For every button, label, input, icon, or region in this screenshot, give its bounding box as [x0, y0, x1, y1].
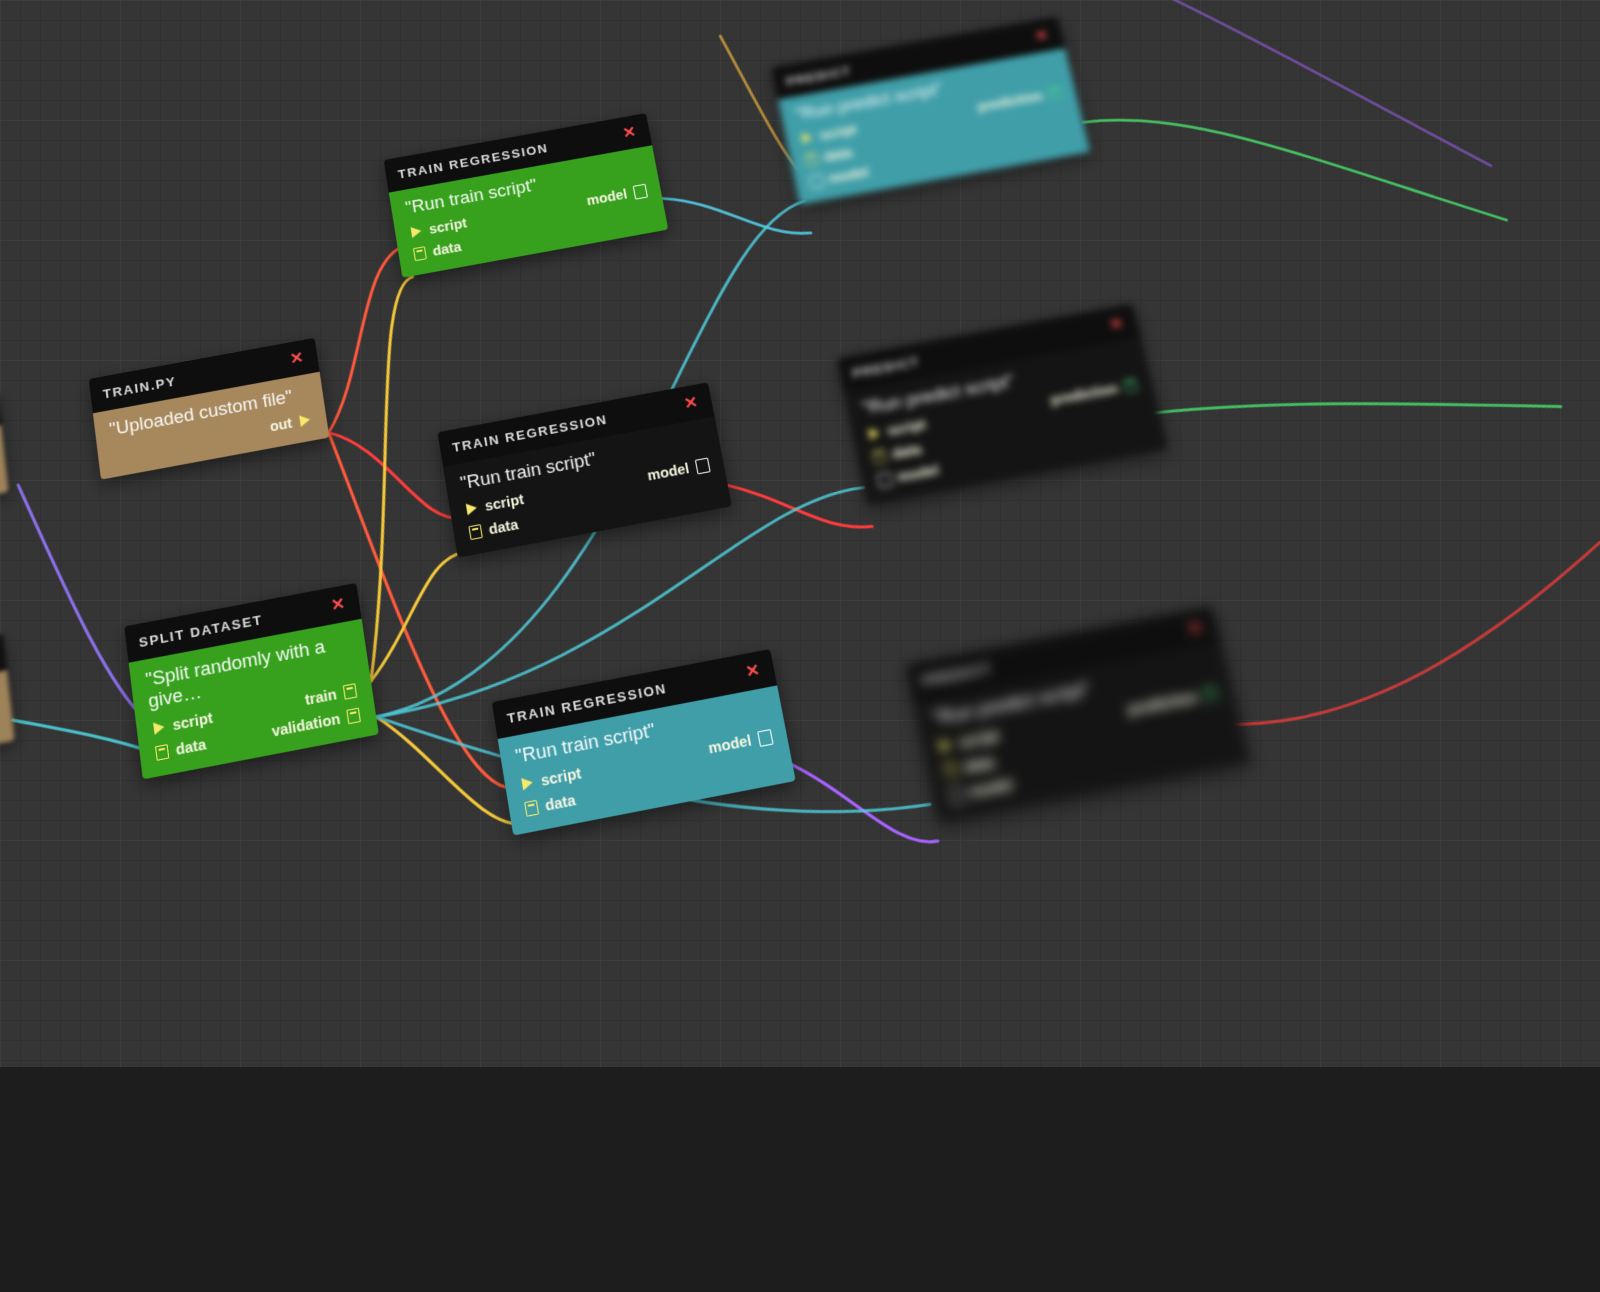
port-script[interactable]: script [463, 491, 525, 518]
close-icon[interactable]: ✕ [289, 348, 307, 370]
document-icon [947, 786, 965, 803]
play-icon [464, 500, 480, 516]
node-trainpy[interactable]: TRAIN.PY ✕ "Uploaded custom file" out [89, 338, 330, 480]
node-title: PREDICT [785, 63, 853, 88]
port-train[interactable]: train [304, 682, 359, 708]
play-icon [519, 775, 536, 792]
node-graph-scene: ✕ …dation script" out ✕ …gnostic Bre… a [0, 0, 1600, 1261]
play-icon [151, 719, 167, 736]
document-icon [808, 173, 824, 188]
port-script[interactable]: script [866, 416, 930, 443]
file-icon [154, 744, 171, 761]
document-icon [632, 184, 648, 199]
port-data[interactable]: data [412, 237, 472, 262]
file-icon [342, 683, 359, 700]
close-icon[interactable]: ✕ [1186, 617, 1206, 640]
port-script[interactable]: script [519, 765, 583, 793]
node-predict-1[interactable]: PREDICT ✕ "Run predict script" script da… [771, 17, 1090, 205]
close-icon[interactable]: ✕ [683, 392, 702, 414]
document-icon [756, 729, 773, 746]
port-data[interactable]: data [942, 751, 1009, 780]
play-icon [297, 412, 313, 428]
port-model[interactable]: model [808, 164, 870, 189]
file-icon [871, 448, 888, 464]
node-train-regression-3[interactable]: TRAIN REGRESSION ✕ "Run train script" sc… [492, 649, 796, 836]
port-model[interactable]: model [646, 457, 711, 484]
close-icon[interactable]: ✕ [1033, 26, 1051, 46]
port-model[interactable]: model [947, 776, 1014, 805]
file-icon [412, 246, 428, 261]
grid-canvas[interactable]: ✕ …dation script" out ✕ …gnostic Bre… a [0, 0, 1600, 1067]
node-partial-bottom-left[interactable]: ✕ …gnostic Bre… a [0, 634, 15, 781]
node-title: PREDICT [921, 660, 993, 688]
port-model[interactable]: model [876, 462, 941, 489]
node-predict-3[interactable]: PREDICT ✕ "Run predict script" script da… [906, 606, 1249, 822]
port-model[interactable]: model [585, 183, 647, 208]
port-script[interactable]: script [151, 709, 214, 737]
close-icon[interactable]: ✕ [1108, 313, 1127, 334]
play-icon [937, 737, 955, 754]
file-icon [942, 761, 960, 778]
file-icon [345, 707, 362, 724]
document-icon [876, 472, 893, 488]
file-icon [1047, 86, 1063, 101]
close-icon[interactable]: ✕ [330, 593, 348, 616]
play-icon [799, 130, 815, 145]
file-icon [1202, 686, 1220, 703]
node-title: PREDICT [851, 354, 921, 381]
node-train-regression-1[interactable]: TRAIN REGRESSION ✕ "Run train script" sc… [384, 113, 669, 278]
port-script[interactable]: script [408, 215, 468, 240]
port-model[interactable]: model [707, 728, 774, 757]
node-title: TRAIN.PY [102, 373, 177, 401]
port-validation[interactable]: validation [271, 706, 362, 739]
port-data[interactable]: data [871, 439, 936, 466]
node-partial-top-left[interactable]: ✕ …dation script" out [0, 391, 8, 532]
file-icon [523, 800, 540, 817]
port-out[interactable]: out [269, 411, 313, 434]
close-icon[interactable]: ✕ [621, 122, 639, 142]
document-icon [694, 458, 711, 474]
file-icon [803, 152, 819, 167]
port-data[interactable]: data [154, 734, 217, 762]
play-icon [866, 425, 883, 441]
port-script[interactable]: script [799, 121, 861, 146]
port-script[interactable]: script [937, 726, 1004, 755]
node-split-dataset[interactable]: SPLIT DATASET ✕ "Split randomly with a g… [124, 583, 379, 779]
node-train-regression-2[interactable]: TRAIN REGRESSION ✕ "Run train script" sc… [438, 382, 732, 557]
file-icon [1122, 378, 1139, 394]
port-data[interactable]: data [803, 143, 865, 168]
play-icon [408, 224, 424, 239]
port-data[interactable]: data [523, 790, 587, 818]
file-icon [467, 524, 483, 540]
close-icon[interactable]: ✕ [744, 659, 763, 682]
node-predict-2[interactable]: PREDICT ✕ "Run predict script" script da… [837, 304, 1168, 505]
port-data[interactable]: data [467, 515, 529, 542]
